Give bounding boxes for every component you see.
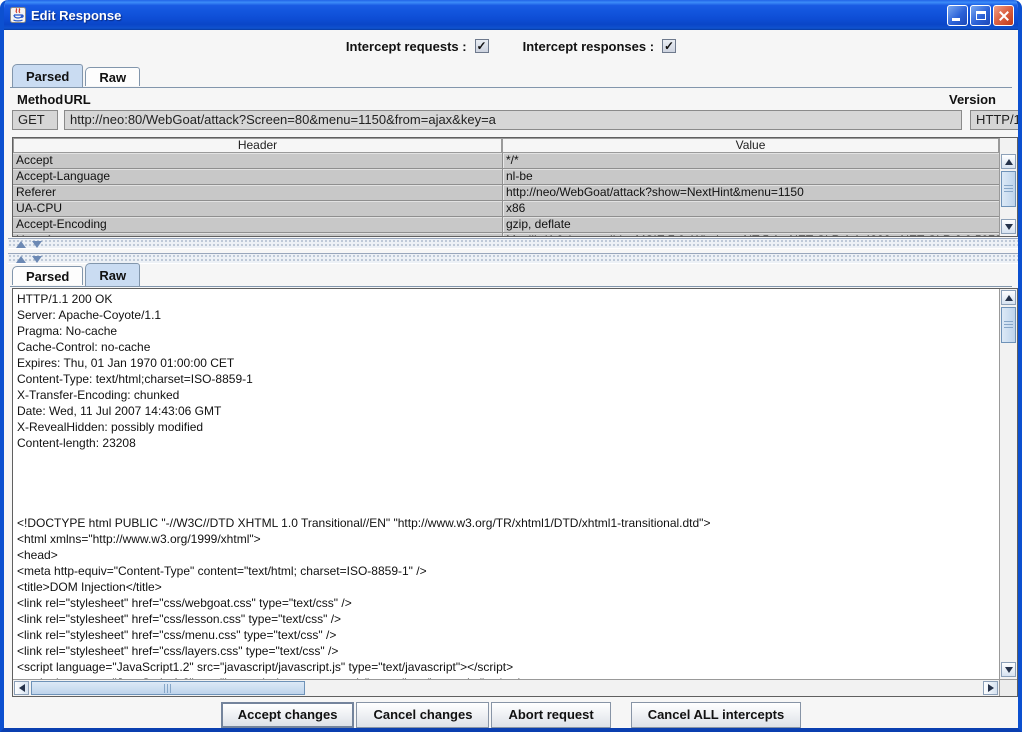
header-name-cell[interactable]: Accept-Encoding: [13, 217, 502, 232]
table-row[interactable]: UA-CPU x86: [13, 201, 999, 217]
url-field[interactable]: http://neo:80/WebGoat/attack?Screen=80&m…: [64, 110, 962, 130]
table-row[interactable]: Accept-Encoding gzip, deflate: [13, 217, 999, 233]
response-tab-parsed[interactable]: Parsed: [12, 266, 83, 285]
method-field[interactable]: GET: [12, 110, 58, 130]
header-name-cell[interactable]: Accept-Language: [13, 169, 502, 184]
action-button-row: Accept changes Cancel changes Abort requ…: [4, 701, 1018, 728]
header-value-cell[interactable]: x86: [502, 201, 999, 216]
header-name-cell[interactable]: Referer: [13, 185, 502, 200]
collapse-down-icon[interactable]: [32, 241, 42, 248]
header-value-cell[interactable]: http://neo/WebGoat/attack?show=NextHint&…: [502, 185, 999, 200]
close-button[interactable]: [993, 5, 1014, 26]
check-icon: ✓: [664, 39, 674, 53]
titlebar[interactable]: Edit Response: [0, 0, 1022, 30]
accept-changes-button[interactable]: Accept changes: [221, 702, 355, 728]
response-tabstrip: Parsed Raw: [12, 264, 142, 286]
maximize-icon: [976, 11, 986, 20]
abort-request-button[interactable]: Abort request: [491, 702, 610, 728]
intercept-requests-checkbox[interactable]: ✓: [475, 39, 489, 53]
minimize-button[interactable]: [947, 5, 968, 26]
request-tabstrip: Parsed Raw: [12, 65, 142, 87]
version-field[interactable]: HTTP/1.1: [970, 110, 1020, 130]
scroll-up-button[interactable]: [1001, 290, 1016, 305]
headers-table-body: Header Value Accept */* Accept-Language …: [13, 138, 999, 236]
header-value-cell[interactable]: nl-be: [502, 169, 999, 184]
table-row[interactable]: Accept-Language nl-be: [13, 169, 999, 185]
method-label: Method: [17, 92, 63, 107]
url-label: URL: [64, 92, 91, 107]
collapse-up-icon[interactable]: [16, 241, 26, 248]
arrow-up-icon: [1005, 295, 1013, 301]
response-tab-raw[interactable]: Raw: [85, 263, 140, 286]
scroll-right-button[interactable]: [983, 681, 998, 695]
request-tab-parsed[interactable]: Parsed: [12, 64, 83, 87]
version-label: Version: [949, 92, 996, 107]
cancel-all-intercepts-button[interactable]: Cancel ALL intercepts: [631, 702, 802, 728]
scrollbar-thumb[interactable]: [1001, 307, 1016, 343]
headers-table-vertical-scrollbar[interactable]: [999, 138, 1017, 236]
column-header-header[interactable]: Header: [13, 138, 502, 153]
request-tab-raw[interactable]: Raw: [85, 67, 140, 86]
response-vertical-scrollbar[interactable]: [999, 289, 1017, 679]
table-row[interactable]: User-Agent Mozilla/4.0 (compatible; MSIE…: [13, 233, 999, 236]
thumb-grip-icon: [1004, 321, 1013, 329]
scrollbar-thumb[interactable]: [1001, 171, 1016, 207]
header-value-cell[interactable]: gzip, deflate: [502, 217, 999, 232]
scroll-down-button[interactable]: [1001, 662, 1016, 677]
response-tab-baseline: [10, 286, 1012, 287]
scrollbar-corner: [999, 679, 1017, 696]
response-raw-scrollpane: HTTP/1.1 200 OK Server: Apache-Coyote/1.…: [12, 288, 1018, 697]
request-headers-table: Header Value Accept */* Accept-Language …: [12, 137, 1018, 237]
header-name-cell[interactable]: User-Agent: [13, 233, 502, 236]
arrow-up-icon: [1005, 159, 1013, 165]
arrow-right-icon: [988, 684, 994, 692]
request-split-divider[interactable]: [8, 238, 1018, 249]
arrow-left-icon: [19, 684, 25, 692]
header-name-cell[interactable]: UA-CPU: [13, 201, 502, 216]
intercept-requests-label: Intercept requests :: [346, 39, 467, 54]
response-horizontal-scrollbar[interactable]: [13, 679, 999, 696]
response-raw-textarea[interactable]: HTTP/1.1 200 OK Server: Apache-Coyote/1.…: [13, 289, 999, 679]
thumb-grip-icon: [164, 684, 172, 693]
minimize-icon: [952, 18, 960, 21]
arrow-down-icon: [1005, 224, 1013, 230]
check-icon: ✓: [477, 39, 487, 53]
maximize-button[interactable]: [970, 5, 991, 26]
arrow-down-icon: [1005, 667, 1013, 673]
collapse-down-icon[interactable]: [32, 256, 42, 263]
window-title: Edit Response: [31, 8, 947, 23]
column-header-value[interactable]: Value: [502, 138, 999, 153]
intercept-responses-checkbox[interactable]: ✓: [662, 39, 676, 53]
intercept-options-row: Intercept requests : ✓ Intercept respons…: [4, 34, 1018, 58]
headers-table-header-row: Header Value: [13, 138, 999, 153]
edit-response-window: Edit Response Intercept requests : ✓ Int…: [0, 0, 1022, 732]
thumb-grip-icon: [1004, 185, 1013, 193]
scroll-left-button[interactable]: [14, 681, 29, 695]
header-name-cell[interactable]: Accept: [13, 153, 502, 168]
caption-buttons: [947, 5, 1014, 26]
table-row[interactable]: Referer http://neo/WebGoat/attack?show=N…: [13, 185, 999, 201]
header-value-cell[interactable]: Mozilla/4.0 (compatible; MSIE 7.0; Windo…: [502, 233, 999, 236]
main-split-divider[interactable]: [8, 253, 1018, 264]
collapse-up-icon[interactable]: [16, 256, 26, 263]
header-value-cell[interactable]: */*: [502, 153, 999, 168]
intercept-responses-label: Intercept responses :: [523, 39, 655, 54]
request-tab-baseline: [10, 87, 1012, 88]
table-row[interactable]: Accept */*: [13, 153, 999, 169]
scrollbar-thumb[interactable]: [31, 681, 305, 695]
scroll-down-button[interactable]: [1001, 219, 1016, 234]
java-app-icon: [10, 7, 26, 23]
scroll-up-button[interactable]: [1001, 154, 1016, 169]
cancel-changes-button[interactable]: Cancel changes: [356, 702, 489, 728]
